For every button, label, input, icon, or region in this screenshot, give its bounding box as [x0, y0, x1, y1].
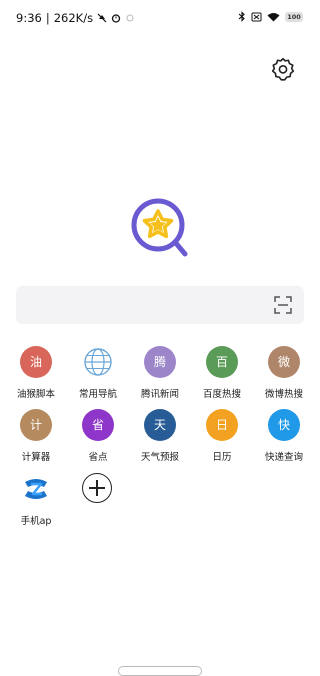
calculator-icon: 计 [20, 409, 52, 441]
sync-icon [126, 14, 134, 22]
shortcut-item[interactable]: 手机ap [5, 473, 67, 529]
shortcut-item[interactable]: 日 日历 [191, 409, 253, 465]
news-icon: 腾 [144, 346, 176, 378]
shortcut-label: 腾讯新闻 [140, 389, 179, 400]
shortcut-item[interactable]: 微 微博热搜 [253, 346, 315, 402]
add-shortcut-button[interactable] [67, 473, 129, 529]
shortcut-label: 日历 [212, 452, 232, 463]
status-divider: | [45, 11, 50, 25]
shortcut-item[interactable]: 快 快递查询 [253, 409, 315, 465]
status-left: 9:36 | 262K/s [16, 11, 135, 25]
battery-indicator: 100 [285, 11, 303, 22]
shortcut-item[interactable]: 腾 腾讯新闻 [129, 346, 191, 402]
app-logo-icon [25, 479, 47, 499]
scan-icon[interactable] [273, 295, 293, 315]
shortcut-label: 常用导航 [78, 389, 117, 400]
shortcut-label: 快递查询 [264, 452, 303, 463]
shortcut-label: 省点 [88, 452, 108, 463]
settings-button[interactable] [268, 54, 298, 84]
shortcut-label: 天气预报 [140, 452, 179, 463]
bottom-bar-hint [118, 666, 202, 676]
shortcut-item[interactable]: 天 天气预报 [129, 409, 191, 465]
delivery-icon: 快 [268, 409, 300, 441]
globe-icon [84, 348, 112, 376]
plus-icon [82, 473, 112, 503]
status-bar: 9:36 | 262K/s 100 [0, 0, 320, 36]
script-icon: 油 [20, 346, 52, 378]
status-time: 9:36 [16, 11, 42, 25]
shortcut-item[interactable]: 百 百度热搜 [191, 346, 253, 402]
weibo-icon: 微 [268, 346, 300, 378]
network-speed: 262K/s [53, 11, 94, 25]
savings-icon: 省 [82, 409, 114, 441]
shortcut-label: 计算器 [21, 452, 51, 463]
shortcut-label: 百度热搜 [202, 389, 241, 400]
gear-icon [271, 57, 295, 81]
alarm-icon [111, 14, 121, 23]
shortcut-label: 手机ap [20, 516, 52, 527]
no-sim-icon [251, 12, 262, 21]
app-logo [131, 198, 188, 257]
mute-icon [97, 13, 107, 23]
shortcut-label: 微博热搜 [264, 389, 303, 400]
baidu-icon: 百 [206, 346, 238, 378]
shortcut-item[interactable]: 计 计算器 [5, 409, 67, 465]
wifi-icon [267, 12, 280, 21]
shortcut-label: 油猴脚本 [16, 389, 55, 400]
shortcut-item[interactable]: 常用导航 [67, 346, 129, 402]
shortcut-item[interactable]: 省 省点 [67, 409, 129, 465]
calendar-icon: 日 [206, 409, 238, 441]
bluetooth-icon [238, 11, 245, 22]
weather-icon: 天 [144, 409, 176, 441]
shortcut-item[interactable]: 油 油猴脚本 [5, 346, 67, 402]
search-input[interactable] [16, 286, 304, 324]
status-right: 100 [238, 11, 303, 22]
